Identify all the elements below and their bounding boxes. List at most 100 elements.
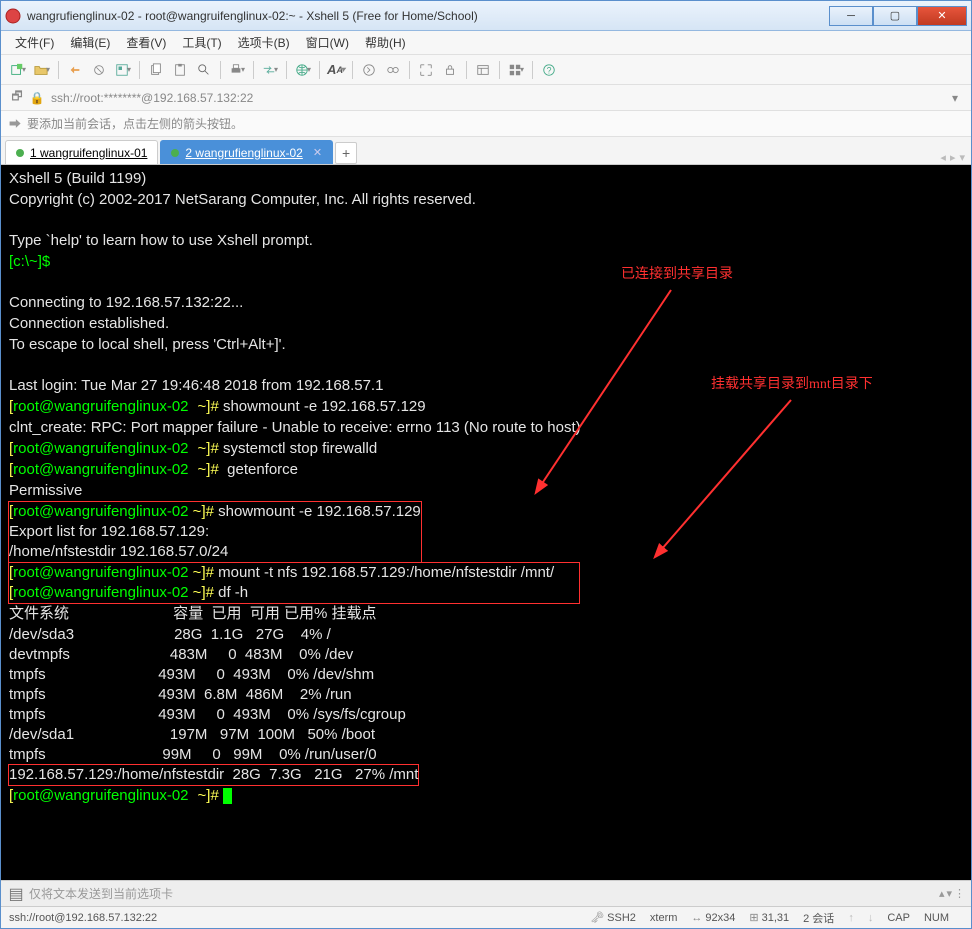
font-icon[interactable]: AA▾ bbox=[325, 59, 347, 81]
status-bar: ssh://root@192.168.57.132:22 🗝SSH2 xterm… bbox=[1, 906, 971, 928]
terminal-cmd: df -h bbox=[218, 584, 248, 601]
globe-icon[interactable]: ▾ bbox=[292, 59, 314, 81]
info-arrow-icon[interactable]: ⮕ bbox=[9, 115, 21, 132]
terminal-line: Copyright (c) 2002-2017 NetSarang Comput… bbox=[9, 191, 476, 208]
df-row: tmpfs 99M 0 99M 0% /run/user/0 bbox=[9, 745, 963, 765]
status-ssh: SSH2 bbox=[607, 912, 636, 924]
terminal-prompt: [c:\~]$ bbox=[9, 253, 50, 270]
df-row: tmpfs 493M 0 493M 0% /dev/shm bbox=[9, 665, 963, 685]
tab-list-icon[interactable]: ▾ bbox=[959, 151, 965, 164]
tile-icon[interactable]: ▾ bbox=[505, 59, 527, 81]
status-sessions: 2 会话 bbox=[803, 910, 834, 926]
tab-label: 2 wangrufienglinux-02 bbox=[185, 146, 302, 160]
menubar: 文件(F) 编辑(E) 查看(V) 工具(T) 选项卡(B) 窗口(W) 帮助(… bbox=[1, 31, 971, 55]
address-dropdown-icon[interactable]: ▾ bbox=[945, 88, 965, 108]
menu-help[interactable]: 帮助(H) bbox=[357, 32, 414, 53]
df-row: 192.168.57.129:/home/nfstestdir 28G 7.3G… bbox=[9, 766, 418, 783]
size-icon: ↔ bbox=[691, 912, 702, 924]
df-row: /dev/sda1 197M 97M 100M 50% /boot bbox=[9, 725, 963, 745]
terminal-line: Xshell 5 (Build 1199) bbox=[9, 170, 146, 187]
menu-window[interactable]: 窗口(W) bbox=[298, 32, 357, 53]
df-row: /dev/sda3 28G 1.1G 27G 4% / bbox=[9, 625, 963, 645]
terminal-cmd: mount -t nfs 192.168.57.129:/home/nfstes… bbox=[218, 564, 554, 581]
help-icon[interactable]: ? bbox=[538, 59, 560, 81]
address-add-icon[interactable]: 🗗 bbox=[7, 88, 27, 108]
terminal-cmd: systemctl stop firewalld bbox=[223, 440, 377, 457]
status-connection: ssh://root@192.168.57.132:22 bbox=[9, 912, 157, 924]
paste-icon[interactable] bbox=[169, 59, 191, 81]
terminal-line: Permissive bbox=[9, 482, 82, 499]
annotation-2: 挂载共享目录到mnt目录下 bbox=[711, 375, 873, 395]
maximize-button[interactable]: ▢ bbox=[873, 6, 917, 26]
lock-small-icon: 🔒 bbox=[27, 88, 47, 108]
arrow-1-icon bbox=[531, 285, 691, 505]
lock-icon[interactable] bbox=[439, 59, 461, 81]
terminal-cmd: showmount -e 192.168.57.129 bbox=[223, 398, 426, 415]
tab-session-1[interactable]: 1 wangruifenglinux-01 bbox=[5, 140, 158, 164]
app-icon bbox=[5, 8, 21, 24]
status-cap: CAP bbox=[887, 912, 910, 924]
menu-file[interactable]: 文件(F) bbox=[7, 32, 62, 53]
tab-session-2[interactable]: 2 wangrufienglinux-02 ✕ bbox=[160, 140, 333, 164]
properties-icon[interactable]: ▾ bbox=[112, 59, 134, 81]
status-term: xterm bbox=[650, 912, 678, 924]
svg-text:?: ? bbox=[547, 65, 552, 75]
window-title: wangrufienglinux-02 - root@wangruifengli… bbox=[27, 9, 829, 23]
df-row: tmpfs 493M 6.8M 486M 2% /run bbox=[9, 685, 963, 705]
status-size: 92x34 bbox=[705, 912, 735, 924]
terminal-line: Type `help' to learn how to use Xshell p… bbox=[9, 232, 313, 249]
disconnect-icon[interactable] bbox=[88, 59, 110, 81]
status-dot-icon bbox=[16, 149, 24, 157]
nav-up-icon[interactable]: ↑ bbox=[848, 912, 854, 924]
menu-tabs[interactable]: 选项卡(B) bbox=[230, 32, 298, 53]
send-input[interactable]: 仅将文本发送到当前选项卡 bbox=[29, 885, 939, 902]
close-button[interactable]: ✕ bbox=[917, 6, 967, 26]
send-bar: ▤ 仅将文本发送到当前选项卡 ▴ ▾ ⋮ bbox=[1, 880, 971, 906]
open-folder-icon[interactable]: ▾ bbox=[31, 59, 53, 81]
minimize-button[interactable]: ─ bbox=[829, 6, 873, 26]
info-bar: ⮕ 要添加当前会话，点击左侧的箭头按钮。 bbox=[1, 111, 971, 137]
cursor bbox=[223, 788, 232, 804]
tab-close-icon[interactable]: ✕ bbox=[313, 146, 322, 159]
toolbar: ▾ ▾ ▾ ▾ ▾ ▾ AA▾ ▾ ? bbox=[1, 55, 971, 85]
terminal-line: To escape to local shell, press 'Ctrl+Al… bbox=[9, 336, 286, 353]
script-icon[interactable] bbox=[358, 59, 380, 81]
menu-view[interactable]: 查看(V) bbox=[118, 32, 174, 53]
fullscreen-icon[interactable] bbox=[415, 59, 437, 81]
copy-icon[interactable] bbox=[145, 59, 167, 81]
send-up-icon[interactable]: ▴ bbox=[939, 887, 945, 900]
status-dot-icon bbox=[171, 149, 179, 157]
layout-icon[interactable] bbox=[472, 59, 494, 81]
send-menu-icon[interactable]: ⋮ bbox=[954, 887, 965, 900]
tab-label: 1 wangruifenglinux-01 bbox=[30, 146, 147, 160]
send-mode-icon[interactable]: ▤ bbox=[7, 885, 25, 903]
transfer-icon[interactable]: ▾ bbox=[259, 59, 281, 81]
status-pos: 31,31 bbox=[762, 912, 790, 924]
highlight-box-2: [root@wangruifenglinux-02 ~]# mount -t n… bbox=[8, 562, 580, 604]
terminal-line: /home/nfstestdir 192.168.57.0/24 bbox=[9, 543, 228, 560]
terminal-line: clnt_create: RPC: Port mapper failure - … bbox=[9, 419, 581, 436]
find-icon[interactable] bbox=[193, 59, 215, 81]
status-num: NUM bbox=[924, 912, 949, 924]
df-row: devtmpfs 483M 0 483M 0% /dev bbox=[9, 645, 963, 665]
menu-edit[interactable]: 编辑(E) bbox=[62, 32, 118, 53]
nav-down-icon[interactable]: ↓ bbox=[868, 912, 874, 924]
new-tab-button[interactable]: + bbox=[335, 142, 357, 164]
menu-tools[interactable]: 工具(T) bbox=[174, 32, 229, 53]
terminal-line: Last login: Tue Mar 27 19:46:48 2018 fro… bbox=[9, 377, 383, 394]
terminal-line: Export list for 192.168.57.129: bbox=[9, 523, 209, 540]
tab-prev-icon[interactable]: ◂ bbox=[940, 151, 946, 164]
terminal-cmd: getenforce bbox=[223, 461, 298, 478]
terminal[interactable]: Xshell 5 (Build 1199) Copyright (c) 2002… bbox=[1, 165, 971, 880]
send-down-icon[interactable]: ▾ bbox=[946, 887, 952, 900]
new-session-icon[interactable]: ▾ bbox=[7, 59, 29, 81]
print-icon[interactable]: ▾ bbox=[226, 59, 248, 81]
tab-next-icon[interactable]: ▸ bbox=[950, 151, 956, 164]
highlight-box-1: [root@wangruifenglinux-02 ~]# showmount … bbox=[8, 501, 422, 563]
reconnect-icon[interactable] bbox=[64, 59, 86, 81]
highlight-box-3: 192.168.57.129:/home/nfstestdir 28G 7.3G… bbox=[8, 764, 419, 786]
macro-icon[interactable] bbox=[382, 59, 404, 81]
df-header: 文件系统 容量 已用 可用 已用% 挂载点 bbox=[9, 605, 377, 622]
terminal-line: Connection established. bbox=[9, 315, 169, 332]
address-input[interactable]: ssh://root:********@192.168.57.132:22 bbox=[47, 89, 945, 107]
